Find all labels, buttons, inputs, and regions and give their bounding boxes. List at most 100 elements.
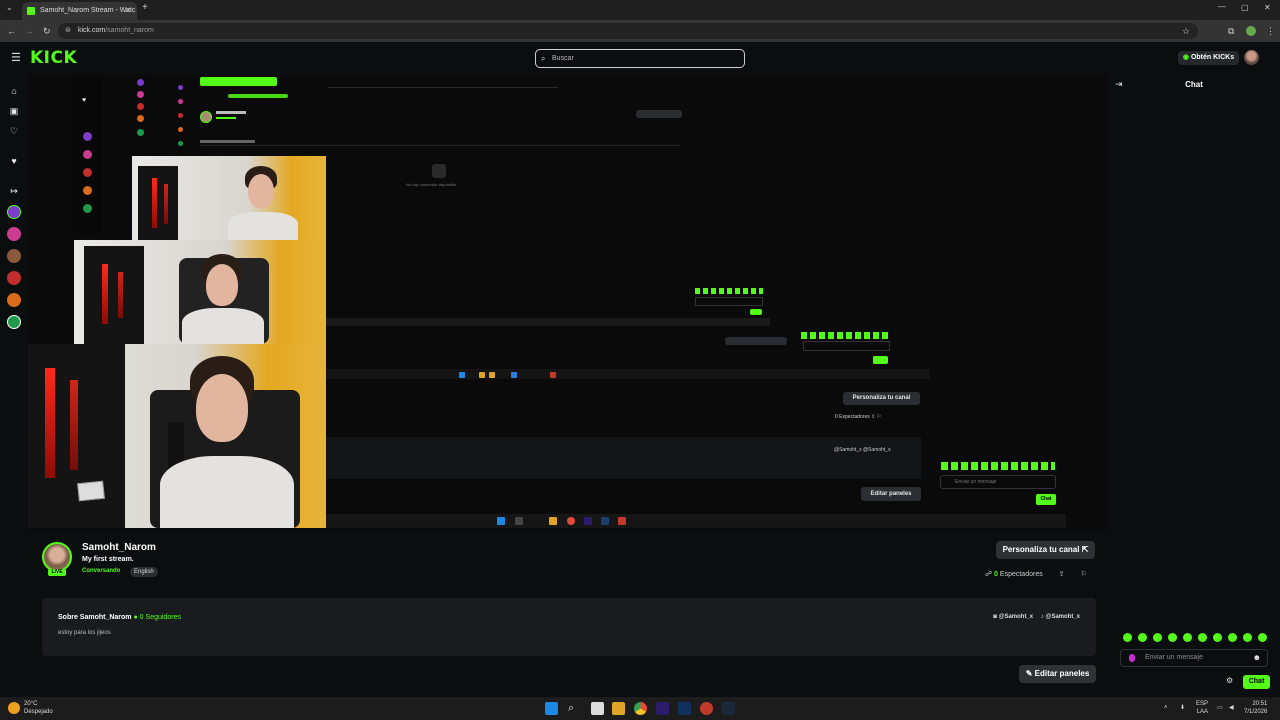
- emoji-picker-icon[interactable]: ☻: [1253, 650, 1261, 666]
- close-window-icon[interactable]: ✕: [1264, 3, 1271, 12]
- premiere-icon[interactable]: [656, 702, 669, 715]
- webcam-feed-small: [132, 156, 326, 240]
- home-icon[interactable]: ⌂: [8, 85, 20, 97]
- volume-icon[interactable]: ◀: [1229, 704, 1234, 712]
- chat-input-placeholder: Enviar un mensaje: [1145, 654, 1203, 661]
- browse-icon[interactable]: ▣: [8, 105, 20, 117]
- channel-avatar[interactable]: [7, 293, 21, 307]
- search-input[interactable]: ⌕ Buscar: [535, 49, 745, 68]
- maximize-icon[interactable]: ▢: [1241, 3, 1249, 12]
- hamburger-menu-icon[interactable]: ☰: [11, 51, 21, 64]
- close-tab-icon[interactable]: ✕: [124, 2, 131, 20]
- channel-avatar[interactable]: [7, 227, 21, 241]
- emote-icon[interactable]: [1228, 633, 1237, 642]
- video-player[interactable]: ♥ No hay contenido disponible Personaliz…: [28, 75, 1108, 530]
- channel-name[interactable]: Samoht_Narom: [82, 542, 156, 553]
- inner-chat-send: [873, 356, 888, 364]
- language-tag[interactable]: English: [130, 567, 158, 577]
- tab-search-icon[interactable]: ⌄: [6, 3, 13, 12]
- emote-icon[interactable]: [1258, 633, 1267, 642]
- chrome-icon[interactable]: [634, 702, 647, 715]
- profile-icon[interactable]: [1246, 26, 1256, 36]
- inner-customize-button: [725, 337, 787, 345]
- chat-send-button[interactable]: Chat: [1243, 675, 1270, 689]
- channel-avatar[interactable]: [7, 315, 21, 329]
- channel-avatar[interactable]: [42, 542, 72, 572]
- url-path: /samoht_narom: [105, 27, 154, 34]
- site-info-icon[interactable]: ⊜: [65, 23, 71, 39]
- edit-panels-button[interactable]: ✎ Editar paneles: [1019, 665, 1096, 683]
- overlay-taskbar: [326, 514, 1066, 528]
- inner-windows-icon: [459, 372, 465, 378]
- stream-category[interactable]: Conversando: [82, 568, 120, 574]
- expand-sidebar-icon[interactable]: ↦: [8, 185, 20, 197]
- following-heart-icon[interactable]: ♡: [8, 125, 20, 137]
- weather-temp: 20°C: [24, 701, 38, 707]
- windows-start-icon[interactable]: [545, 702, 558, 715]
- emote-icon[interactable]: [1138, 633, 1147, 642]
- tray-chevron-icon[interactable]: ˄: [1164, 704, 1168, 712]
- app-icon[interactable]: [700, 702, 713, 715]
- report-flag-icon[interactable]: ⚐: [1081, 571, 1087, 578]
- overlay-viewers: 0 Espectadores ⇪ ⚐: [835, 414, 882, 420]
- chat-message-input[interactable]: Enviar un mensaje ☻: [1120, 649, 1268, 667]
- overlay-app-icon: [618, 517, 626, 525]
- tray-app-icon[interactable]: ⬇: [1180, 704, 1185, 712]
- inner-heart-icon: ♥: [82, 97, 87, 104]
- file-explorer-icon[interactable]: [612, 702, 625, 715]
- channel-avatar[interactable]: [7, 249, 21, 263]
- about-title: Sobre Samoht_Narom ● 0 Seguidores: [58, 614, 181, 621]
- new-tab-icon[interactable]: +: [142, 2, 148, 13]
- back-icon[interactable]: ←: [7, 20, 16, 42]
- reload-icon[interactable]: ↻: [43, 20, 51, 42]
- channel-bio: estoy para los jijeos: [58, 630, 111, 636]
- following-heart-filled-icon[interactable]: ♥: [8, 155, 20, 167]
- channel-avatar[interactable]: [7, 271, 21, 285]
- customize-channel-button[interactable]: Personaliza tu canal ⇱: [996, 541, 1095, 559]
- get-kicks-label: Obtén KICKs: [1190, 54, 1235, 61]
- chat-settings-gear-icon[interactable]: ⚙: [1226, 676, 1233, 685]
- user-avatar[interactable]: [1244, 50, 1259, 65]
- social-link-instagram[interactable]: @Samoht_x: [999, 614, 1034, 620]
- input-language[interactable]: ESP LAA: [1196, 700, 1208, 716]
- inner-avatar: [178, 99, 183, 104]
- overlay-photoshop-icon: [601, 517, 609, 525]
- menu-kebab-icon[interactable]: ⋮: [1266, 20, 1275, 42]
- network-icon[interactable]: ▭: [1217, 704, 1223, 712]
- weather-icon[interactable]: [8, 702, 20, 714]
- share-icon[interactable]: ⇪: [1059, 571, 1065, 578]
- task-view-icon[interactable]: [591, 702, 604, 715]
- no-content-text: No hay contenido disponible: [406, 182, 457, 187]
- external-link-icon: ⇱: [1081, 545, 1089, 554]
- search-icon[interactable]: ⌕: [568, 702, 581, 715]
- photoshop-icon[interactable]: [678, 702, 691, 715]
- social-link-tiktok[interactable]: @Samoht_x: [1045, 614, 1080, 620]
- chat-title: Chat: [1185, 80, 1203, 89]
- emote-icon[interactable]: [1123, 633, 1132, 642]
- minimize-icon[interactable]: —: [1218, 2, 1226, 11]
- get-kicks-button[interactable]: ◉ Obtén KICKs: [1178, 51, 1239, 65]
- weather-widget[interactable]: 20°C Despejado: [24, 700, 53, 716]
- emote-icon[interactable]: [1183, 633, 1192, 642]
- overlay-chat-send: Chat: [1036, 494, 1056, 505]
- emote-icon[interactable]: [1213, 633, 1222, 642]
- forward-icon[interactable]: →: [25, 20, 34, 42]
- browser-tab[interactable]: Samoht_Narom Stream - Watc ✕: [22, 2, 137, 20]
- emote-icon[interactable]: [1168, 633, 1177, 642]
- tab-title: Samoht_Narom Stream - Watc: [40, 7, 136, 14]
- inner-avatar: [178, 127, 183, 132]
- extensions-icon[interactable]: ⧉: [1228, 20, 1234, 42]
- steam-icon[interactable]: [722, 702, 735, 715]
- channel-avatar[interactable]: [7, 205, 21, 219]
- inner-avatar: [83, 204, 92, 213]
- emote-icon[interactable]: [1243, 633, 1252, 642]
- emote-icon[interactable]: [1198, 633, 1207, 642]
- chat-panel: ⇥ Chat Enviar un mensaje ☻ ⚙ Chat: [1108, 75, 1280, 695]
- clock[interactable]: 20:51 7/1/2026: [1244, 700, 1267, 716]
- inner-emote-row: [695, 288, 763, 294]
- emote-icon[interactable]: [1153, 633, 1162, 642]
- url-field[interactable]: ⊜ kick.com/samoht_narom ☆: [58, 23, 1198, 39]
- kick-logo[interactable]: KICK: [30, 48, 77, 68]
- inner-app-icon: [511, 372, 517, 378]
- bookmark-star-icon[interactable]: ☆: [1182, 23, 1190, 39]
